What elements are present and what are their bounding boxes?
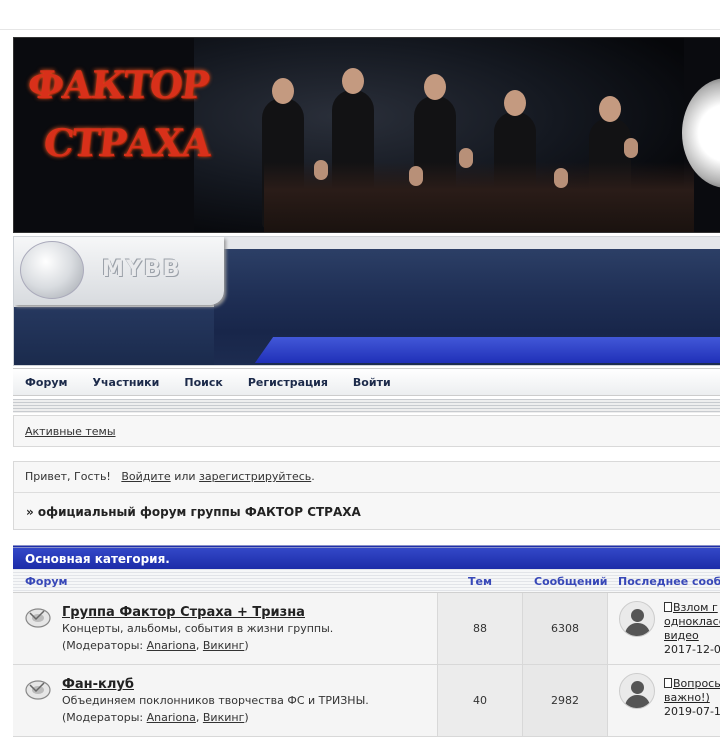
active-topics-bar: Активные темы: [13, 415, 720, 447]
skin-logo-panel: MYBB: [14, 237, 224, 305]
moderators-close: ): [244, 639, 249, 652]
moderator-link[interactable]: Викинг: [203, 711, 244, 724]
last-post-date: 2019-07-1: [664, 705, 720, 718]
last-post-cell: Вопросы важно!) 2019-07-1: [608, 665, 720, 736]
col-forum: Форум: [25, 575, 68, 588]
moderators-close: ): [244, 711, 249, 724]
page-wrapper: ФАКТОР СТРАХА MYBB Форум Участники Поиск…: [13, 37, 720, 737]
last-post-link-cont[interactable]: важно!): [664, 691, 710, 704]
main-navigation: Форум Участники Поиск Регистрация Войти: [13, 368, 720, 396]
forum-description: Концерты, альбомы, события в жизни групп…: [62, 622, 334, 635]
last-post-info: Вопросы важно!) 2019-07-1: [664, 677, 720, 719]
forum-description: Объединяем поклонников творчества ФС и Т…: [62, 694, 369, 707]
period-text: .: [311, 470, 315, 483]
col-posts: Сообщений: [534, 575, 608, 588]
nav-search[interactable]: Поиск: [184, 376, 222, 389]
nav-divider-stripe: [13, 399, 720, 413]
last-post-date: 2017-12-0: [664, 643, 720, 656]
nav-members[interactable]: Участники: [93, 376, 160, 389]
forum-row: Фан-клуб Объединяем поклонников творчест…: [13, 665, 720, 737]
forum-title-link[interactable]: Группа Фактор Страха + Тризна: [62, 605, 305, 620]
register-link[interactable]: зарегистрируйтесь: [199, 470, 311, 483]
forum-skin-header: MYBB: [13, 236, 720, 366]
forum-info-cell: Группа Фактор Страха + Тризна Концерты, …: [13, 593, 438, 664]
band-member-head: [424, 74, 446, 100]
band-member-head: [504, 90, 526, 116]
last-post-link-cont[interactable]: видео: [664, 629, 699, 642]
crowd: [264, 162, 694, 232]
skin-accent-bar: [254, 337, 720, 363]
raised-hand: [409, 166, 423, 186]
active-topics-link[interactable]: Активные темы: [25, 425, 116, 438]
forum-table-header: Форум Тем Сообщений Последнее сооб: [13, 569, 720, 593]
band-member-head: [342, 68, 364, 94]
last-post-link[interactable]: Взлом г: [673, 601, 718, 614]
forum-status-icon: [25, 608, 51, 628]
top-blank-bar: [0, 0, 720, 30]
header-banner: ФАКТОР СТРАХА: [13, 37, 720, 233]
last-post-info: Взлом г однокласс видео 2017-12-0: [664, 601, 720, 657]
last-post-cell: Взлом г однокласс видео 2017-12-0: [608, 593, 720, 664]
forum-status-icon: [25, 680, 51, 700]
posts-count: 6308: [523, 593, 608, 664]
greeting-text: Привет, Гость!: [25, 470, 111, 483]
topics-count: 88: [438, 593, 523, 664]
forum-moderators: (Модераторы: Anariona, Викинг): [62, 639, 249, 652]
nav-register[interactable]: Регистрация: [248, 376, 328, 389]
avatar[interactable]: [619, 673, 655, 709]
forum-info-cell: Фан-клуб Объединяем поклонников творчест…: [13, 665, 438, 736]
moderator-link[interactable]: Anariona: [147, 711, 196, 724]
welcome-box: Привет, Гость! Войдите или зарегистрируй…: [13, 461, 720, 530]
band-logo-line1: ФАКТОР: [25, 62, 210, 107]
forum-moderators: (Модераторы: Anariona, Викинг): [62, 711, 249, 724]
document-icon: [664, 602, 672, 612]
moderators-label: (Модераторы:: [62, 639, 144, 652]
col-topics: Тем: [468, 575, 492, 588]
forum-row: Группа Фактор Страха + Тризна Концерты, …: [13, 593, 720, 665]
moderators-label: (Модераторы:: [62, 711, 144, 724]
band-member-head: [599, 96, 621, 122]
mybb-disc-icon: [20, 241, 84, 299]
raised-hand: [554, 168, 568, 188]
last-post-link[interactable]: Вопросы: [673, 677, 720, 690]
login-link[interactable]: Войдите: [121, 470, 170, 483]
nav-forum[interactable]: Форум: [25, 376, 68, 389]
category-header: Основная категория.: [13, 545, 720, 569]
band-logo: ФАКТОР СТРАХА: [14, 56, 213, 226]
document-icon: [664, 678, 672, 688]
moderator-link[interactable]: Викинг: [203, 639, 244, 652]
band-logo-line2: СТРАХА: [41, 120, 213, 165]
moderator-link[interactable]: Anariona: [147, 639, 196, 652]
or-text: или: [174, 470, 196, 483]
avatar[interactable]: [619, 601, 655, 637]
mybb-logo-text: MYBB: [102, 257, 182, 282]
col-last-post: Последнее сооб: [618, 575, 720, 588]
forum-title-link[interactable]: Фан-клуб: [62, 677, 134, 692]
raised-hand: [459, 148, 473, 168]
topics-count: 40: [438, 665, 523, 736]
last-post-link-cont[interactable]: однокласс: [664, 615, 720, 628]
welcome-line: Привет, Гость! Войдите или зарегистрируй…: [14, 462, 720, 493]
posts-count: 2982: [523, 665, 608, 736]
nav-login[interactable]: Войти: [353, 376, 391, 389]
raised-hand: [314, 160, 328, 180]
forum-title: » официальный форум группы ФАКТОР СТРАХА: [26, 505, 361, 519]
raised-hand: [624, 138, 638, 158]
band-member-head: [272, 78, 294, 104]
